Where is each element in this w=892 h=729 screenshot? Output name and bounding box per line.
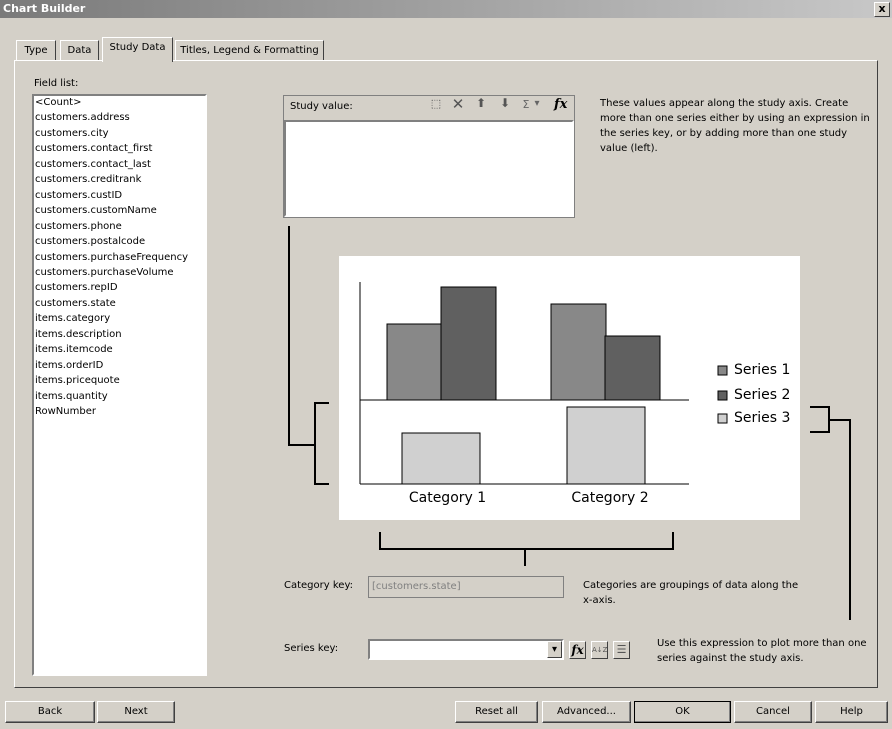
category-key-field[interactable]: [customers.state] (368, 576, 564, 598)
legend-swatch-series1 (717, 365, 728, 376)
cancel-button[interactable]: Cancel (734, 701, 812, 723)
bar-cat2-series1 (550, 303, 607, 401)
legend-swatch-series3 (717, 413, 728, 424)
sort-az-button[interactable]: A↓Z (591, 641, 608, 659)
category-2-label: Category 2 (571, 490, 649, 506)
legend-swatch-series2 (717, 390, 728, 401)
legend-series-3: Series 3 (734, 410, 791, 426)
advanced-button[interactable]: Advanced... (542, 701, 631, 723)
series-key-fx-button[interactable]: fx (569, 641, 586, 659)
legend-series-2: Series 2 (734, 387, 791, 403)
legend-series-1: Series 1 (734, 362, 791, 378)
series-key-description: Use this expression to plot more than on… (657, 638, 867, 664)
group-button[interactable]: ☰ (613, 641, 630, 659)
help-button[interactable]: Help (815, 701, 888, 723)
back-button[interactable]: Back (5, 701, 95, 723)
ok-button[interactable]: OK (634, 701, 731, 723)
series-key-dropdown-button[interactable]: ▾ (547, 641, 562, 658)
bar-cat1-series3 (401, 432, 481, 485)
bar-cat2-series3 (566, 406, 646, 485)
bar-cat1-series1 (386, 323, 443, 401)
chart-preview-plot (359, 282, 728, 485)
reset-all-button[interactable]: Reset all (455, 701, 538, 723)
category-1-label: Category 1 (408, 490, 487, 506)
bar-cat1-series2 (440, 286, 497, 401)
bar-cat2-series2 (604, 335, 661, 401)
category-key-label: Category key: (284, 580, 354, 591)
category-key-description: Categories are groupings of data along t… (583, 580, 799, 606)
series-key-label: Series key: (284, 643, 339, 654)
next-button[interactable]: Next (97, 701, 175, 723)
series-key-combobox[interactable] (368, 639, 564, 660)
tab-study-data[interactable]: Study Data (102, 37, 173, 62)
